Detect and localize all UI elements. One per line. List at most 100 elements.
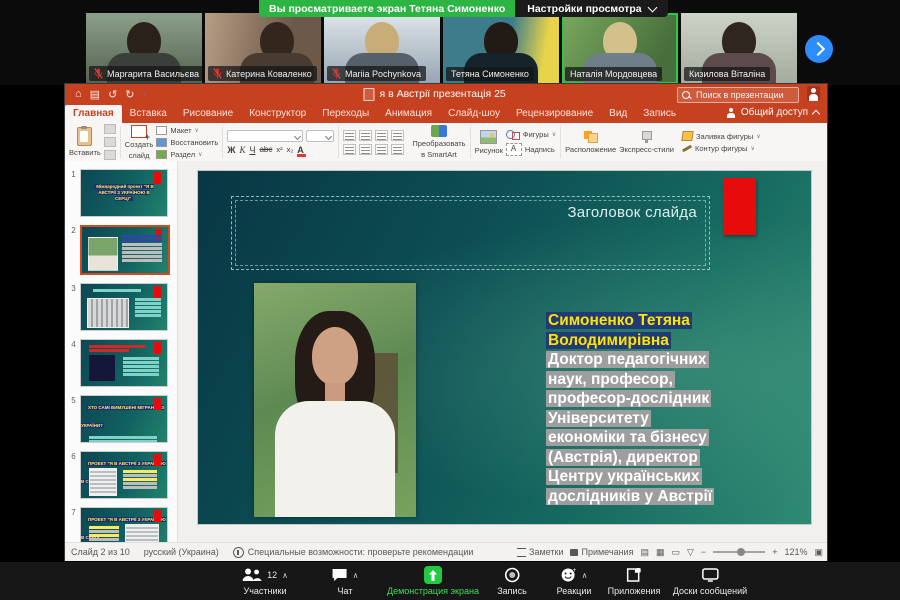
slide-thumbnail-5[interactable]: ХТО САМІ ВИМУШЕНІ МІГРАНТИ З УКРАЇНИ? [80,395,168,443]
zoom-slider[interactable] [713,551,765,553]
slide-thumbnail-1[interactable]: Міжнародний проект "Я В АВСТРІЇ З УКРАЇН… [80,169,168,217]
search-box[interactable] [677,87,799,103]
slide-bio-textblock[interactable]: Симоненко Тетяна Володимирівна Доктор пе… [546,311,736,506]
participants-button[interactable]: 12 ∧ Участники [242,566,288,596]
account-avatar[interactable] [807,86,820,101]
view-options-label: Настройки просмотра [527,3,641,15]
video-tile[interactable]: Mariia Pochynkova [324,13,440,84]
slide-thumbnail-7[interactable]: ПРОЕКТ "Я В АВСТРІЇ З УКРАЇНОЮ В СЕРЦІ" [80,507,168,543]
layout-button[interactable]: Макет∨ [156,126,218,135]
comments-button[interactable]: Примечания [570,547,633,557]
strikethrough-button[interactable]: abc [259,145,272,154]
font-name-combobox[interactable] [227,130,303,142]
whiteboards-button[interactable]: Доски сообщений [673,566,747,596]
arrange-button[interactable]: Расположение [565,131,616,154]
subscript-button[interactable]: x₂ [287,145,294,154]
tab-design[interactable]: Конструктор [241,105,314,123]
shape-outline-button[interactable]: Контур фигуры∨ [682,144,761,153]
shape-fill-button[interactable]: Заливка фигуры∨ [682,131,761,141]
picture-button[interactable]: Рисунок [475,130,503,155]
copy-icon[interactable] [104,137,116,147]
chat-button[interactable]: ∧ Чат [332,566,359,596]
slideshow-view-icon[interactable]: ▽ [687,547,694,558]
view-options-button[interactable]: Настройки просмотра [515,0,667,17]
home-icon[interactable]: ⌂ [75,88,82,100]
slide-thumbnail-4[interactable] [80,339,168,387]
tab-draw[interactable]: Рисование [175,105,241,123]
slide-title-placeholder[interactable]: Заголовок слайда [231,196,710,270]
reading-view-icon[interactable]: ▭ [671,547,680,558]
shapes-button[interactable]: Фигуры∨ [506,128,556,140]
numbered-list-icon[interactable] [359,130,372,141]
slide-portrait-photo[interactable] [254,283,416,517]
reactions-button[interactable]: + ∧ Реакции [557,566,592,596]
bio-line: економіки та бізнесу [546,428,736,448]
video-tile[interactable]: Кизилова Віталіна [681,13,797,84]
share-button[interactable]: Общий доступ [726,107,819,118]
bullet-list-icon[interactable] [343,130,356,141]
accessibility-checker[interactable]: Специальные возможности: проверьте реком… [233,547,474,558]
search-input[interactable] [694,89,790,101]
apps-button[interactable]: Приложения [608,566,661,596]
zoom-level[interactable]: 121% [784,547,807,557]
tab-insert[interactable]: Вставка [122,105,175,123]
record-button[interactable]: Запись [497,566,527,596]
current-slide[interactable]: Заголовок слайда Симоненко Тетяна Володи… [198,171,811,524]
save-icon[interactable]: ▤ [90,88,100,101]
slide-thumbnail-2-selected[interactable] [80,225,170,275]
chevron-up-icon[interactable]: ∧ [353,571,359,580]
zoom-out-button[interactable]: − [701,547,706,557]
indent-increase-icon[interactable] [391,130,404,141]
textbox-button[interactable]: Надпись [506,143,556,156]
chevron-right-icon [810,42,824,56]
indent-decrease-icon[interactable] [375,130,388,141]
underline-button[interactable]: Ч [249,145,255,155]
reset-button[interactable]: Восстановить [156,138,218,147]
paste-button[interactable]: Вставить [69,127,101,157]
tab-transitions[interactable]: Переходы [314,105,377,123]
video-tile[interactable]: Маргарита Васильєва [86,13,202,84]
align-center-icon[interactable] [359,144,372,155]
undo-icon[interactable]: ↺ [108,88,117,101]
zoom-in-button[interactable]: + [772,547,777,557]
chevron-up-icon[interactable]: ∧ [582,571,588,580]
tab-view[interactable]: Вид [601,105,635,123]
video-tile[interactable]: Тетяна Симоненко [443,13,559,84]
tab-review[interactable]: Рецензирование [508,105,601,123]
notes-button[interactable]: Заметки [517,547,563,557]
slide-red-rectangle[interactable] [723,178,756,235]
quick-styles-button[interactable]: Экспресс-стили [619,131,674,154]
new-slide-button[interactable]: Создать слайд [125,125,154,160]
chevron-up-icon[interactable]: ∧ [282,571,288,580]
font-color-button[interactable]: A [297,145,304,155]
participant-name: Наталія Мордовцева [570,69,657,79]
convert-to-smartart-button[interactable]: Преобразовать в SmartArt [412,125,465,159]
cut-icon[interactable] [104,124,116,134]
slide-thumbnail-3[interactable] [80,283,168,331]
tab-record[interactable]: Запись [635,105,684,123]
tab-animations[interactable]: Анимация [377,105,440,123]
section-button[interactable]: Раздел∨ [156,150,218,159]
fit-to-window-icon[interactable]: ▣ [814,547,823,558]
format-painter-icon[interactable] [104,150,116,160]
tab-home[interactable]: Главная [65,105,122,123]
align-right-icon[interactable] [375,144,388,155]
language-indicator[interactable]: русский (Украина) [144,547,219,557]
share-screen-button[interactable]: Демонстрация экрана [387,566,479,596]
justify-icon[interactable] [391,144,404,155]
font-size-combobox[interactable] [306,130,334,142]
zoom-slider-knob[interactable] [737,548,745,556]
tab-slideshow[interactable]: Слайд-шоу [440,105,508,123]
normal-view-icon[interactable]: ▤ [640,547,649,558]
customize-qat-icon[interactable]: ∨ [143,91,147,98]
slide-sorter-view-icon[interactable]: ▦ [656,547,665,558]
next-participants-page-button[interactable] [805,35,833,63]
redo-icon[interactable]: ↻ [125,88,134,101]
slide-thumbnail-6[interactable]: ПРОЕКТ "Я В АВСТРІЇ З УКРАЇНОЮ В СЕРЦІ" [80,451,168,499]
align-left-icon[interactable] [343,144,356,155]
italic-button[interactable]: К [239,145,245,155]
video-tile[interactable]: Наталія Мордовцева [562,13,678,84]
video-tile[interactable]: Катерина Коваленко [205,13,321,84]
superscript-button[interactable]: x² [276,145,282,154]
bold-button[interactable]: Ж [227,145,235,155]
